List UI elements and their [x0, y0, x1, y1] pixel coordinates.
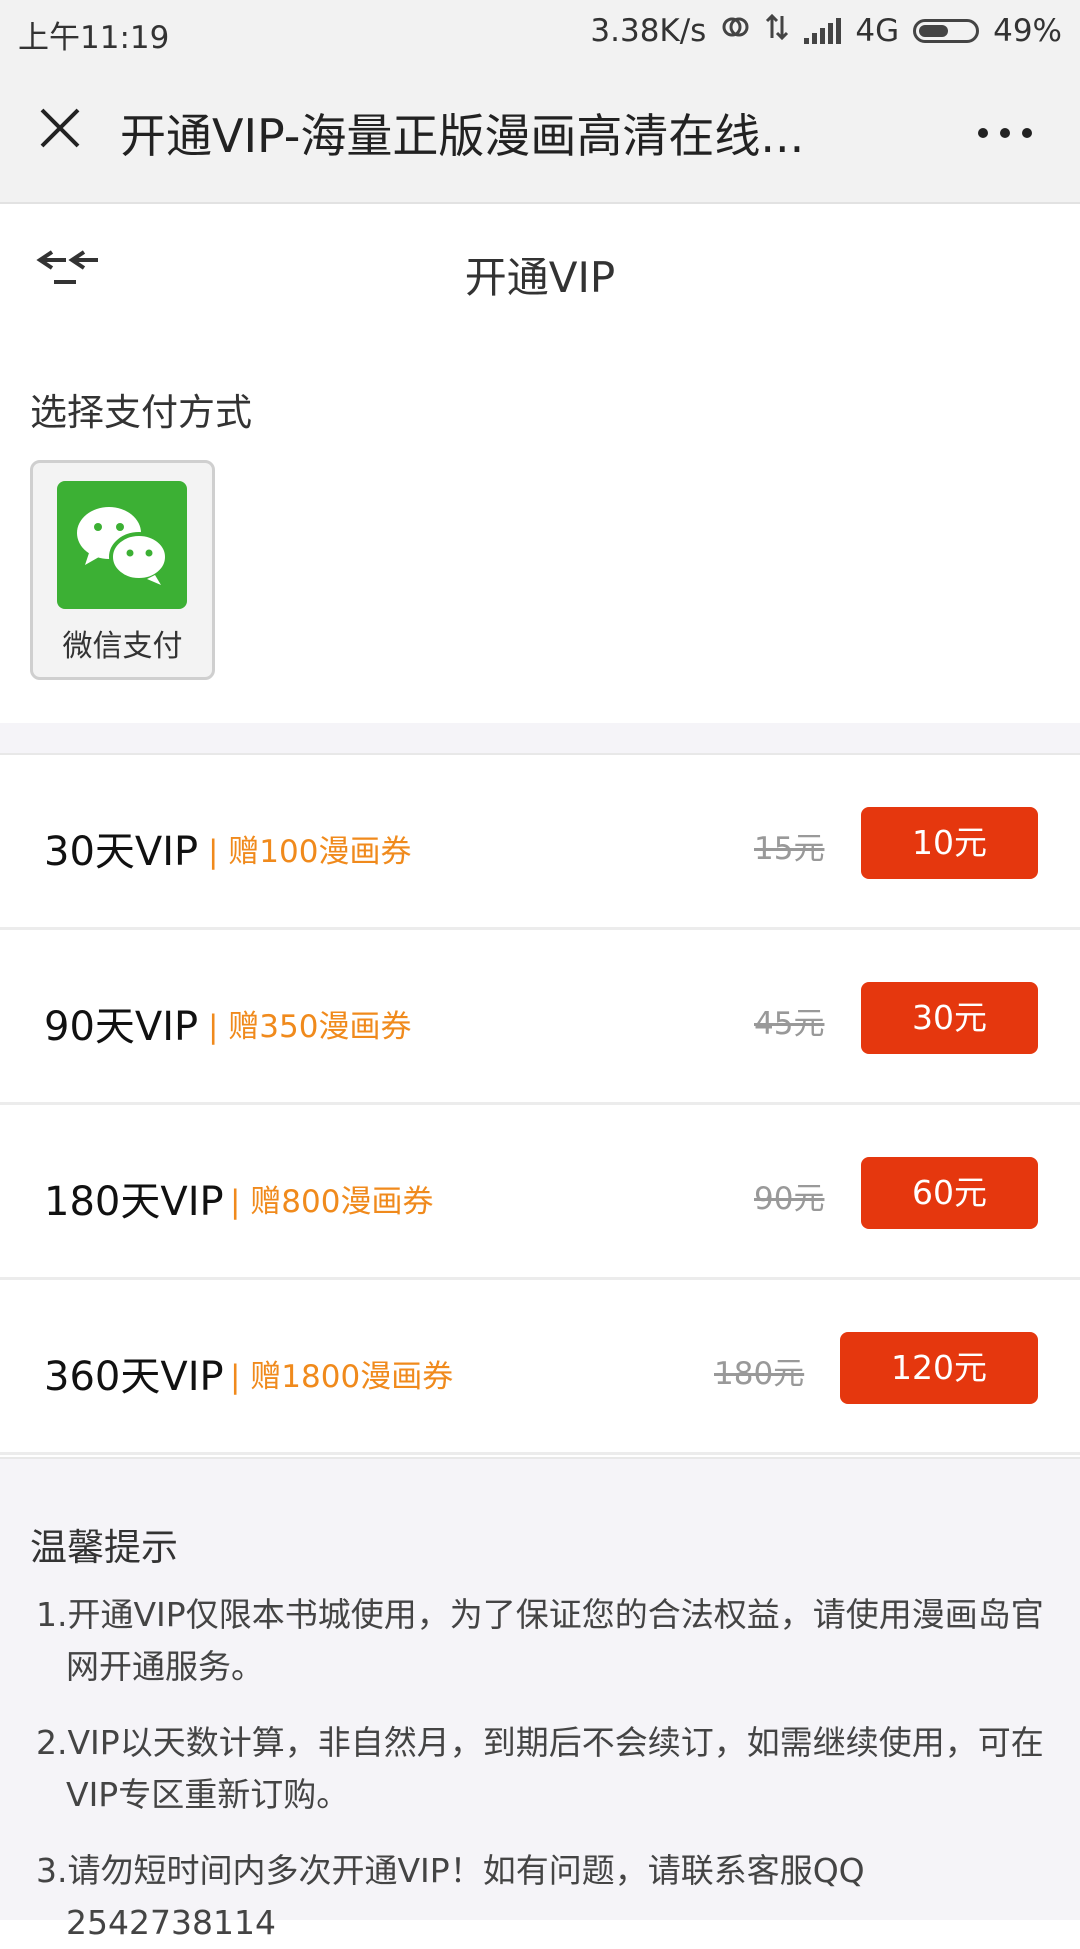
- webview-title-bar: 开通VIP-海量正版漫画高清在线...: [0, 60, 1080, 204]
- plan-row-360: 360天VIP | 赠1800漫画券 180元 120元: [0, 1280, 1080, 1455]
- page-title: 开通VIP: [464, 253, 616, 302]
- page-header: 开通VIP: [0, 204, 1080, 334]
- plan-gift: | 赠350漫画券: [208, 1009, 412, 1045]
- plan-name: 360天VIP: [44, 1354, 224, 1400]
- battery-level: 49%: [993, 13, 1062, 49]
- sync-icon: [720, 12, 750, 50]
- webview-title: 开通VIP-海量正版漫画高清在线...: [120, 109, 805, 163]
- section-divider: [0, 723, 1080, 755]
- plan-row-30: 30天VIP | 赠100漫画券 15元 10元: [0, 755, 1080, 930]
- plan-row-90: 90天VIP | 赠350漫画券 45元 30元: [0, 930, 1080, 1105]
- wechat-pay-label: 微信支付: [62, 629, 183, 664]
- plan-row-180: 180天VIP | 赠800漫画券 90元 60元: [0, 1105, 1080, 1280]
- plan-original-price: 180元: [714, 1356, 805, 1392]
- wechat-icon: [57, 481, 187, 609]
- data-transfer-icon: [764, 12, 790, 50]
- status-bar: 上午11:19 3.38K/s 4G 49%: [0, 0, 1080, 60]
- signal-icon: [804, 18, 842, 44]
- more-options-icon[interactable]: [978, 128, 1032, 138]
- tip-item: 3.请勿短时间内多次开通VIP！如有问题，请联系客服QQ 2542738114: [36, 1851, 865, 1942]
- buy-button-360[interactable]: 120元: [840, 1332, 1038, 1404]
- buy-button-30[interactable]: 10元: [861, 807, 1038, 879]
- plan-original-price: 15元: [754, 831, 825, 867]
- plan-gift: | 赠800漫画券: [230, 1184, 434, 1220]
- buy-button-180[interactable]: 60元: [861, 1157, 1038, 1229]
- plan-original-price: 90元: [754, 1181, 825, 1217]
- payment-method-label: 选择支付方式: [30, 391, 252, 434]
- tips-section: 温馨提示 1.开通VIP仅限本书城使用，为了保证您的合法权益，请使用漫画岛官网开…: [0, 1457, 1080, 1942]
- plan-gift: | 赠100漫画券: [208, 834, 412, 870]
- tips-title: 温馨提示: [30, 1526, 178, 1569]
- plan-name: 180天VIP: [44, 1179, 224, 1225]
- battery-icon: [913, 19, 980, 43]
- plan-original-price: 45元: [754, 1006, 825, 1042]
- buy-button-90[interactable]: 30元: [861, 982, 1038, 1054]
- tip-item: 2.VIP以天数计算，非自然月，到期后不会续订，如需继续使用，可在VIP专区重新…: [36, 1723, 1044, 1814]
- tip-item: 1.开通VIP仅限本书城使用，为了保证您的合法权益，请使用漫画岛官网开通服务。: [36, 1595, 1044, 1686]
- vip-plan-list: 30天VIP | 赠100漫画券 15元 10元 90天VIP | 赠350漫画…: [0, 755, 1080, 1455]
- plan-name: 90天VIP: [44, 1004, 199, 1050]
- status-time: 上午11:19: [18, 20, 170, 56]
- network-type: 4G: [855, 13, 900, 49]
- network-speed: 3.38K/s: [590, 13, 707, 49]
- wechat-pay-option[interactable]: 微信支付: [30, 460, 215, 680]
- plan-name: 30天VIP: [44, 829, 199, 875]
- status-right: 3.38K/s 4G 49%: [590, 12, 1062, 50]
- plan-gift: | 赠1800漫画券: [230, 1359, 454, 1395]
- close-icon[interactable]: [36, 104, 84, 152]
